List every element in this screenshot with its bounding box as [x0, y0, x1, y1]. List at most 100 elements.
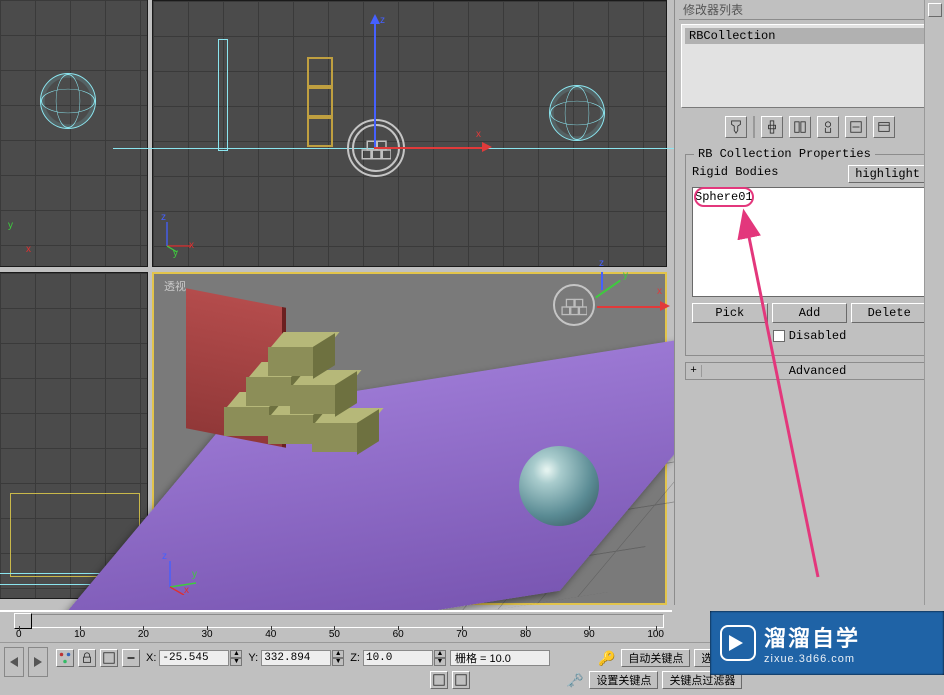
tick: 20 — [138, 629, 149, 643]
pick-button[interactable]: Pick — [692, 303, 768, 323]
grid-display: 栅格 = 10.0 — [450, 650, 550, 666]
pipe-icon[interactable] — [761, 116, 783, 138]
delete-button[interactable]: Delete — [851, 303, 927, 323]
axis-y-label: y — [173, 248, 178, 259]
app-root: x y z x — [0, 0, 944, 695]
coord-y: Y: ▲▼ — [246, 650, 344, 666]
mini-icon[interactable] — [928, 3, 942, 17]
rb-collection-properties-group: RB Collection Properties Rigid Bodies hi… — [685, 154, 934, 356]
grid — [0, 0, 147, 266]
next-key-button[interactable] — [28, 647, 48, 677]
x-spinner[interactable]: ▲▼ — [230, 650, 242, 666]
tick: 30 — [202, 629, 213, 643]
tick: 0 — [16, 629, 22, 643]
set-key-button[interactable]: 设置关键点 — [589, 671, 658, 689]
axis-z-label: z — [380, 15, 385, 26]
rb-group-title: RB Collection Properties — [694, 147, 875, 161]
time-ticks: 0 10 20 30 40 50 60 70 80 90 100 — [16, 629, 664, 643]
coord-x: X: ▲▼ — [144, 650, 242, 666]
auto-key-button[interactable]: 自动关键点 — [621, 649, 690, 667]
tick: 60 — [393, 629, 404, 643]
advanced-label: Advanced — [702, 363, 933, 379]
modifier-button-row — [679, 114, 940, 144]
z-spinner[interactable]: ▲▼ — [434, 650, 446, 666]
cube — [298, 370, 354, 414]
tick: 50 — [329, 629, 340, 643]
tick: 40 — [265, 629, 276, 643]
axis-z-label: z — [161, 212, 166, 223]
highlight-button[interactable]: highlight — [848, 165, 927, 183]
y-label: Y: — [246, 652, 260, 664]
sphere-wireframe — [40, 73, 96, 129]
status-icon[interactable] — [56, 649, 74, 667]
persp-gizmo[interactable]: x y z — [553, 280, 653, 335]
watermark-brand: 溜溜自学 — [764, 621, 860, 653]
axis-x-label: x — [657, 286, 662, 297]
axis-y-label: y — [8, 220, 13, 231]
tick: 100 — [647, 629, 664, 643]
tick: 10 — [74, 629, 85, 643]
z-input[interactable] — [363, 650, 433, 666]
rigid-bodies-label: Rigid Bodies — [692, 165, 844, 183]
sphere — [519, 446, 599, 526]
time-slider-handle[interactable] — [14, 613, 32, 629]
command-panel: 修改器列表 RBCollection RB Collection Propert… — [674, 0, 944, 605]
tick: 80 — [520, 629, 531, 643]
annotation-highlight — [694, 187, 754, 207]
key-icon: 🗝️ — [566, 672, 583, 689]
show-end-result-icon[interactable] — [789, 116, 811, 138]
play-logo-icon — [720, 625, 756, 661]
lock-icon[interactable] — [78, 649, 96, 667]
prompt-icon[interactable] — [430, 671, 448, 689]
key-icon: 🔑 — [598, 650, 615, 667]
x-label: X: — [144, 652, 158, 664]
axis-x-label: x — [189, 240, 194, 251]
disabled-label: Disabled — [789, 329, 847, 343]
axis-tripod: z x y — [161, 218, 201, 258]
stack-box — [307, 57, 333, 87]
z-label: Z: — [348, 652, 362, 664]
configure-icon[interactable] — [873, 116, 895, 138]
modifier-stack-item[interactable]: RBCollection — [685, 28, 934, 44]
axis-y-label: y — [623, 270, 628, 281]
expand-icon[interactable]: + — [686, 365, 702, 377]
disabled-checkbox[interactable] — [773, 330, 785, 342]
viewport-front[interactable]: z x z x y — [152, 0, 667, 267]
tick: 90 — [584, 629, 595, 643]
viewport-perspective[interactable]: 透视 x — [152, 272, 667, 605]
add-button[interactable]: Add — [772, 303, 848, 323]
panel-scrollbar[interactable] — [924, 0, 944, 605]
stack-box — [307, 87, 333, 117]
axis-z-label: z — [599, 258, 604, 269]
x-input[interactable] — [159, 650, 229, 666]
viewport-top[interactable]: x y — [0, 0, 148, 267]
watermark-url: zixue.3d66.com — [764, 653, 860, 665]
sphere-wireframe-selected — [549, 85, 605, 141]
transform-gizmo[interactable]: z x — [374, 19, 514, 154]
prompt-icon-2[interactable] — [452, 671, 470, 689]
advanced-rollout[interactable]: + Advanced — [685, 362, 934, 380]
time-slider-track[interactable] — [16, 614, 664, 628]
remove-modifier-icon[interactable] — [845, 116, 867, 138]
make-unique-icon[interactable] — [817, 116, 839, 138]
stack-box — [307, 117, 333, 147]
timeline[interactable]: 0 10 20 30 40 50 60 70 80 90 100 — [0, 610, 672, 642]
persp-scene: x y z — [154, 274, 665, 603]
modifier-list-label[interactable]: 修改器列表 — [679, 0, 940, 20]
prev-key-button[interactable] — [4, 647, 24, 677]
coord-z: Z: ▲▼ — [348, 650, 446, 666]
chain-icon[interactable] — [122, 649, 140, 667]
axis-tripod: x y — [6, 220, 46, 260]
selection-lock-icon[interactable] — [100, 649, 118, 667]
y-spinner[interactable]: ▲▼ — [332, 650, 344, 666]
watermark: 溜溜自学 zixue.3d66.com — [710, 611, 944, 675]
grid-label: 栅格 = 10.0 — [455, 650, 511, 666]
y-input[interactable] — [261, 650, 331, 666]
pin-icon[interactable] — [725, 116, 747, 138]
cube — [320, 408, 376, 452]
cube — [276, 332, 332, 376]
modifier-stack[interactable]: RBCollection — [681, 24, 938, 108]
tick: 70 — [456, 629, 467, 643]
wall-wireframe — [218, 39, 228, 151]
axis-x-label: x — [476, 129, 481, 140]
